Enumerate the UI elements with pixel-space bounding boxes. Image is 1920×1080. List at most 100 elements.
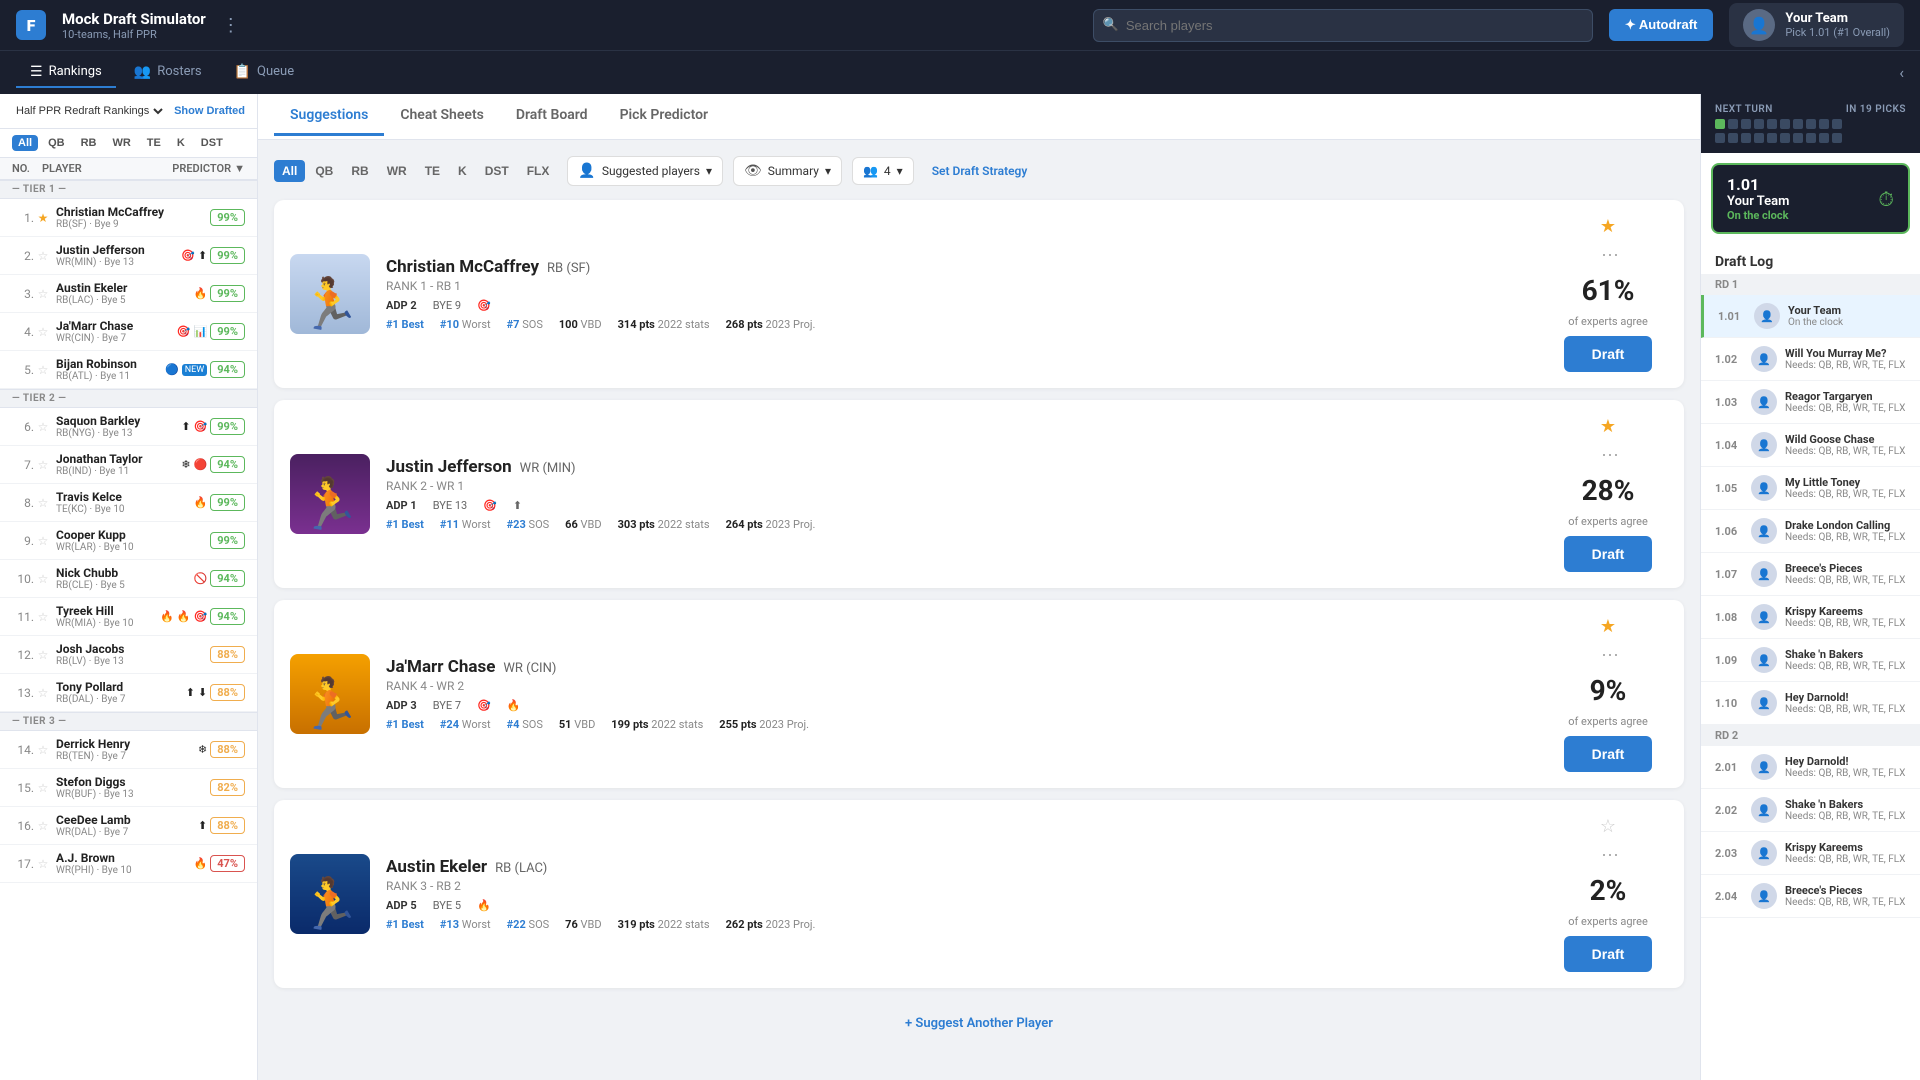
center-pos-qb[interactable]: QB: [307, 160, 341, 182]
ranking-select[interactable]: Half PPR Redraft Rankings: [12, 104, 166, 118]
on-clock-banner: 1.01 Your Team On the clock ⏱: [1711, 163, 1910, 234]
pick-row-2-04[interactable]: 2.04 👤 Breece's Pieces Needs: QB, RB, WR…: [1701, 875, 1920, 918]
show-drafted-button[interactable]: Show Drafted: [174, 105, 245, 117]
center-pos-rb[interactable]: RB: [343, 160, 376, 182]
player-row[interactable]: 4.☆Ja'Marr ChaseWR(CIN) · Bye 7🎯📊99%: [0, 313, 257, 351]
pick-row-2-02[interactable]: 2.02 👤 Shake 'n Bakers Needs: QB, RB, WR…: [1701, 789, 1920, 832]
card-action: ★ ⋯ 28% of experts agree Draft: [1548, 416, 1668, 572]
count-dropdown[interactable]: 👥 4 ▾: [852, 157, 914, 185]
player-row[interactable]: 17.☆A.J. BrownWR(PHI) · Bye 10🔥47%: [0, 845, 257, 883]
player-row[interactable]: 11.☆Tyreek HillWR(MIA) · Bye 10🔥🔥🎯94%: [0, 598, 257, 636]
pos-filter-all[interactable]: All: [12, 135, 38, 151]
tab-draft-board[interactable]: Draft Board: [500, 97, 604, 136]
player-row[interactable]: 9.☆Cooper KuppWR(LAR) · Bye 1099%: [0, 522, 257, 560]
pick-row-1-09[interactable]: 1.09 👤 Shake 'n Bakers Needs: QB, RB, WR…: [1701, 639, 1920, 682]
pick-row-1-06[interactable]: 1.06 👤 Drake London Calling Needs: QB, R…: [1701, 510, 1920, 553]
favorite-icon[interactable]: ★: [1600, 416, 1616, 437]
player-row[interactable]: 12.☆Josh JacobsRB(LV) · Bye 1388%: [0, 636, 257, 674]
center-pos-all[interactable]: All: [274, 160, 305, 182]
predictor-score: 88%: [210, 646, 245, 663]
center-pos-wr[interactable]: WR: [379, 160, 415, 182]
summary-dropdown[interactable]: 👁 Summary ▾: [733, 156, 842, 186]
more-options-icon[interactable]: ⋯: [1601, 845, 1619, 866]
pick-avatar: 👤: [1751, 561, 1777, 587]
more-options-icon[interactable]: ⋯: [1601, 645, 1619, 666]
player-row[interactable]: 13.☆Tony PollardRB(DAL) · Bye 7⬆⬇88%: [0, 674, 257, 712]
suggested-players-dropdown[interactable]: 👤 Suggested players ▾: [567, 156, 723, 186]
collapse-sidebar-button[interactable]: ‹: [1899, 63, 1904, 82]
pick-row-1-03[interactable]: 1.03 👤 Reagor Targaryen Needs: QB, RB, W…: [1701, 381, 1920, 424]
pick-details: Krispy Kareems Needs: QB, RB, WR, TE, FL…: [1785, 605, 1905, 629]
player-row[interactable]: 6.☆Saquon BarkleyRB(NYG) · Bye 13⬆🎯99%: [0, 408, 257, 446]
favorite-icon[interactable]: ★: [1600, 616, 1616, 637]
pick-row-2-03[interactable]: 2.03 👤 Krispy Kareems Needs: QB, RB, WR,…: [1701, 832, 1920, 875]
player-row[interactable]: 7.☆Jonathan TaylorRB(IND) · Bye 11❄🔴94%: [0, 446, 257, 484]
pick-row-1-05[interactable]: 1.05 👤 My Little Toney Needs: QB, RB, WR…: [1701, 467, 1920, 510]
tab-suggestions[interactable]: Suggestions: [274, 97, 384, 136]
pos-filter-te[interactable]: TE: [141, 135, 167, 151]
pick-row-2-01[interactable]: 2.01 👤 Hey Darnold! Needs: QB, RB, WR, T…: [1701, 746, 1920, 789]
pick-dot: [1767, 119, 1777, 129]
pick-dot: [1806, 133, 1816, 143]
suggest-another-button[interactable]: + Suggest Another Player: [274, 1000, 1684, 1047]
pos-filter-wr[interactable]: WR: [106, 135, 136, 151]
tab-pick-predictor[interactable]: Pick Predictor: [604, 97, 725, 136]
star-icon: ☆: [34, 420, 52, 434]
summary-label: Summary: [768, 164, 819, 178]
player-row[interactable]: 8.☆Travis KelceTE(KC) · Bye 10🔥99%: [0, 484, 257, 522]
nav-rosters[interactable]: 👥 Rosters: [120, 58, 216, 88]
draft-button-jefferson[interactable]: Draft: [1564, 536, 1653, 572]
player-row[interactable]: 2.☆Justin JeffersonWR(MIN) · Bye 13🎯⬆99%: [0, 237, 257, 275]
nav-queue[interactable]: 📋 Queue: [220, 58, 309, 88]
player-row[interactable]: 16.☆CeeDee LambWR(DAL) · Bye 7⬆88%: [0, 807, 257, 845]
pos-filter-qb[interactable]: QB: [42, 135, 71, 151]
more-options-icon[interactable]: ⋯: [1601, 245, 1619, 266]
pos-filter-k[interactable]: K: [171, 135, 191, 151]
favorite-icon[interactable]: ★: [1600, 216, 1616, 237]
center-pos-flx[interactable]: FLX: [519, 160, 558, 182]
fire-icon: 🔥: [194, 857, 208, 870]
search-input[interactable]: [1093, 9, 1593, 42]
draft-button-mccaffrey[interactable]: Draft: [1564, 336, 1653, 372]
draft-button-chase[interactable]: Draft: [1564, 736, 1653, 772]
star-icon: ☆: [34, 686, 52, 700]
draft-button-ekeler[interactable]: Draft: [1564, 936, 1653, 972]
suggestion-card-jefferson: 🏃 Justin Jefferson WR (MIN) RANK 2 - WR …: [274, 400, 1684, 588]
pick-avatar: 👤: [1754, 303, 1780, 329]
center-pos-te[interactable]: TE: [417, 160, 448, 182]
pick-details: Hey Darnold! Needs: QB, RB, WR, TE, FLX: [1785, 755, 1905, 779]
center-pos-dst[interactable]: DST: [477, 160, 517, 182]
col-predictor[interactable]: PREDICTOR ▼: [172, 162, 245, 175]
favorite-icon[interactable]: ☆: [1600, 816, 1616, 837]
nav-rankings[interactable]: ☰ Rankings: [16, 58, 116, 88]
player-row[interactable]: 10.☆Nick ChubbRB(CLE) · Bye 5🚫94%: [0, 560, 257, 598]
tier-2-divider: — Tier 2 —: [0, 389, 257, 408]
players-list: — Tier 1 — 1.★Christian McCaffreyRB(SF) …: [0, 180, 257, 1080]
pick-row-1-04[interactable]: 1.04 👤 Wild Goose Chase Needs: QB, RB, W…: [1701, 424, 1920, 467]
pick-row-1-08[interactable]: 1.08 👤 Krispy Kareems Needs: QB, RB, WR,…: [1701, 596, 1920, 639]
fire-icon: 🔥: [194, 287, 208, 300]
your-team-pick: Pick 1.01 (#1 Overall): [1785, 26, 1890, 39]
player-row[interactable]: 1.★Christian McCaffreyRB(SF) · Bye 999%: [0, 199, 257, 237]
pick-row-1-07[interactable]: 1.07 👤 Breece's Pieces Needs: QB, RB, WR…: [1701, 553, 1920, 596]
set-draft-strategy-link[interactable]: Set Draft Strategy: [932, 164, 1028, 178]
more-icon[interactable]: ⋮: [222, 15, 240, 36]
pos-filter-dst[interactable]: DST: [195, 135, 229, 151]
pick-details: Drake London Calling Needs: QB, RB, WR, …: [1785, 519, 1905, 543]
pick-row-1-01[interactable]: 1.01 👤 Your Team On the clock: [1701, 295, 1920, 338]
pick-row-1-02[interactable]: 1.02 👤 Will You Murray Me? Needs: QB, RB…: [1701, 338, 1920, 381]
tab-cheat-sheets[interactable]: Cheat Sheets: [384, 97, 500, 136]
autodraft-button[interactable]: ✦ Autodraft: [1609, 9, 1714, 41]
player-row[interactable]: 3.☆Austin EkelerRB(LAC) · Bye 5🔥99%: [0, 275, 257, 313]
center-pos-k[interactable]: K: [450, 160, 475, 182]
player-row[interactable]: 14.☆Derrick HenryRB(TEN) · Bye 7❄88%: [0, 731, 257, 769]
on-clock-team: Your Team: [1727, 194, 1789, 209]
pick-dot: [1715, 119, 1725, 129]
pick-row-1-10[interactable]: 1.10 👤 Hey Darnold! Needs: QB, RB, WR, T…: [1701, 682, 1920, 725]
more-options-icon[interactable]: ⋯: [1601, 445, 1619, 466]
player-row[interactable]: 5.☆Bijan RobinsonRB(ATL) · Bye 11🔵NEW94%: [0, 351, 257, 389]
pos-filter-rb[interactable]: RB: [75, 135, 103, 151]
pick-avatar: 👤: [1751, 840, 1777, 866]
player-photo: 🏃: [299, 676, 361, 734]
player-row[interactable]: 15.☆Stefon DiggsWR(BUF) · Bye 1382%: [0, 769, 257, 807]
